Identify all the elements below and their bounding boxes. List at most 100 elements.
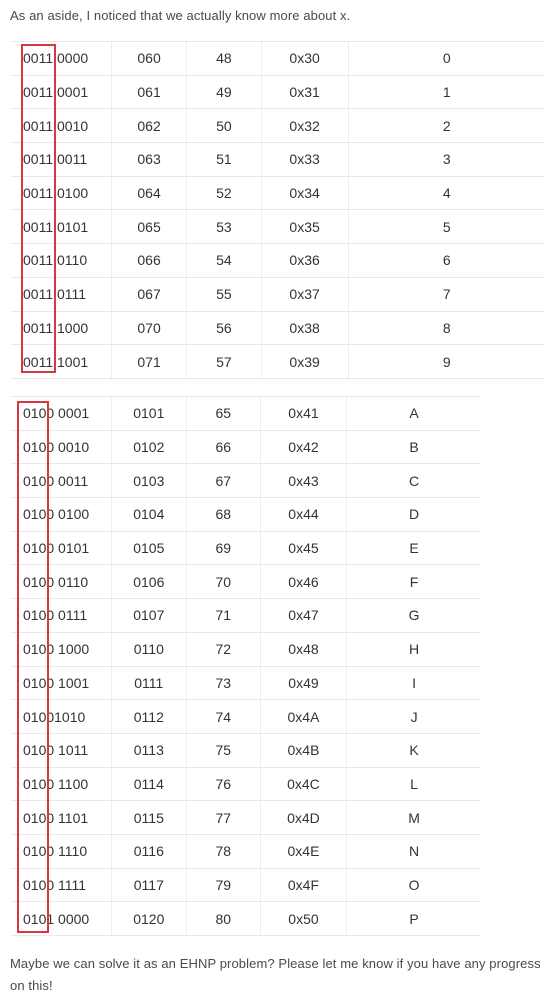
octal-cell: 063 — [111, 142, 188, 177]
hex-cell: 0x47 — [260, 598, 348, 633]
table-row: 0100 1011 0113 75 0x4B K — [11, 733, 481, 768]
octal-cell: 0104 — [111, 497, 187, 532]
octal-cell: 062 — [111, 108, 188, 144]
char-cell: 0 — [348, 41, 545, 76]
table-row: 0011 0111 067 55 0x37 7 — [11, 277, 545, 312]
hex-cell: 0x4B — [260, 733, 348, 768]
char-cell: 3 — [348, 142, 545, 177]
decimal-cell: 53 — [186, 209, 262, 245]
binary-cell: 0100 1100 — [11, 767, 112, 802]
hex-cell: 0x38 — [261, 311, 349, 346]
table-row: 0011 1000 070 56 0x38 8 — [11, 311, 545, 346]
table-row: 0011 0011 063 51 0x33 3 — [11, 142, 545, 177]
octal-cell: 070 — [111, 311, 188, 346]
char-cell: 2 — [348, 108, 545, 144]
char-cell: B — [346, 430, 481, 465]
hex-cell: 0x37 — [261, 277, 349, 312]
octal-cell: 0105 — [111, 531, 187, 566]
decimal-cell: 54 — [186, 243, 262, 278]
octal-cell: 0114 — [111, 767, 187, 802]
octal-cell: 064 — [111, 176, 188, 211]
decimal-cell: 66 — [186, 430, 261, 465]
binary-cell: 0011 0010 — [11, 108, 113, 144]
binary-cell: 0100 1001 — [11, 666, 112, 701]
octal-cell: 0116 — [111, 834, 187, 869]
decimal-cell: 67 — [186, 463, 261, 499]
table-row: 0100 1100 0114 76 0x4C L — [11, 767, 481, 802]
hex-cell: 0x49 — [260, 666, 348, 701]
char-cell: H — [346, 632, 481, 667]
char-cell: D — [346, 497, 481, 532]
binary-cell: 0011 0001 — [11, 75, 113, 110]
binary-cell: 0100 1101 — [11, 800, 112, 835]
hex-cell: 0x34 — [261, 176, 349, 211]
hex-cell: 0x4E — [260, 834, 348, 869]
char-cell: F — [346, 564, 481, 600]
binary-cell: 0011 1001 — [11, 344, 113, 379]
table-row: 0100 0010 0102 66 0x42 B — [11, 430, 481, 465]
table-row: 0100 0110 0106 70 0x46 F — [11, 564, 481, 600]
hex-cell: 0x35 — [261, 209, 349, 245]
decimal-cell: 69 — [186, 531, 261, 566]
table-row: 0100 0011 0103 67 0x43 C — [11, 463, 481, 499]
table-row: 0011 0110 066 54 0x36 6 — [11, 243, 545, 278]
decimal-cell: 70 — [186, 564, 261, 600]
decimal-cell: 48 — [186, 41, 262, 76]
decimal-cell: 56 — [186, 311, 262, 346]
binary-cell: 0011 0000 — [11, 41, 113, 76]
hex-cell: 0x45 — [260, 531, 348, 566]
hex-cell: 0x32 — [261, 108, 349, 144]
octal-cell: 067 — [111, 277, 188, 312]
octal-cell: 0103 — [111, 463, 187, 499]
octal-cell: 0113 — [111, 733, 187, 768]
hex-cell: 0x4D — [260, 800, 348, 835]
char-cell: N — [346, 834, 481, 869]
binary-cell: 0011 0110 — [11, 243, 113, 278]
decimal-cell: 51 — [186, 142, 262, 177]
char-cell: J — [346, 699, 481, 734]
table-row: 0011 0101 065 53 0x35 5 — [11, 209, 545, 245]
octal-cell: 061 — [111, 75, 188, 110]
decimal-cell: 73 — [186, 666, 261, 701]
octal-cell: 0107 — [111, 598, 187, 633]
table-row: 0100 1110 0116 78 0x4E N — [11, 834, 481, 869]
decimal-cell: 72 — [186, 632, 261, 667]
octal-cell: 065 — [111, 209, 188, 245]
decimal-cell: 77 — [186, 800, 261, 835]
char-cell: 6 — [348, 243, 545, 278]
table-row: 0100 0111 0107 71 0x47 G — [11, 598, 481, 633]
octal-cell: 0110 — [111, 632, 187, 667]
decimal-cell: 76 — [186, 767, 261, 802]
octal-cell: 060 — [111, 41, 188, 76]
binary-cell: 0100 1110 — [11, 834, 112, 869]
table-row: 0101 0000 0120 80 0x50 P — [11, 901, 481, 936]
hex-cell: 0x4A — [260, 699, 348, 734]
char-cell: 1 — [348, 75, 545, 110]
binary-cell: 01001010 — [11, 699, 112, 734]
char-cell: 7 — [348, 277, 545, 312]
decimal-cell: 57 — [186, 344, 262, 379]
char-cell: M — [346, 800, 481, 835]
hex-cell: 0x33 — [261, 142, 349, 177]
decimal-cell: 55 — [186, 277, 262, 312]
hex-cell: 0x41 — [260, 396, 348, 431]
octal-cell: 0115 — [111, 800, 187, 835]
char-cell: 8 — [348, 311, 545, 346]
binary-cell: 0100 0111 — [11, 598, 112, 633]
table-row: 0100 1101 0115 77 0x4D M — [11, 800, 481, 835]
table-row: 0011 0001 061 49 0x31 1 — [11, 75, 545, 110]
octal-cell: 0101 — [111, 396, 187, 431]
table-row: 0100 1111 0117 79 0x4F O — [11, 868, 481, 903]
binary-cell: 0100 1011 — [11, 733, 112, 768]
char-cell: P — [346, 901, 481, 936]
hex-cell: 0x42 — [260, 430, 348, 465]
decimal-cell: 52 — [186, 176, 262, 211]
hex-cell: 0x4C — [260, 767, 348, 802]
binary-cell: 0100 0001 — [11, 396, 112, 431]
ascii-digits-table: 0011 0000 060 48 0x30 0 0011 0001 061 49 0x31 1 00… — [11, 41, 545, 379]
binary-cell: 0100 0010 — [11, 430, 112, 465]
binary-cell: 0011 0011 — [11, 142, 113, 177]
hex-cell: 0x31 — [261, 75, 349, 110]
table-row: 0100 0100 0104 68 0x44 D — [11, 497, 481, 532]
table-row: 0100 1001 0111 73 0x49 I — [11, 666, 481, 701]
